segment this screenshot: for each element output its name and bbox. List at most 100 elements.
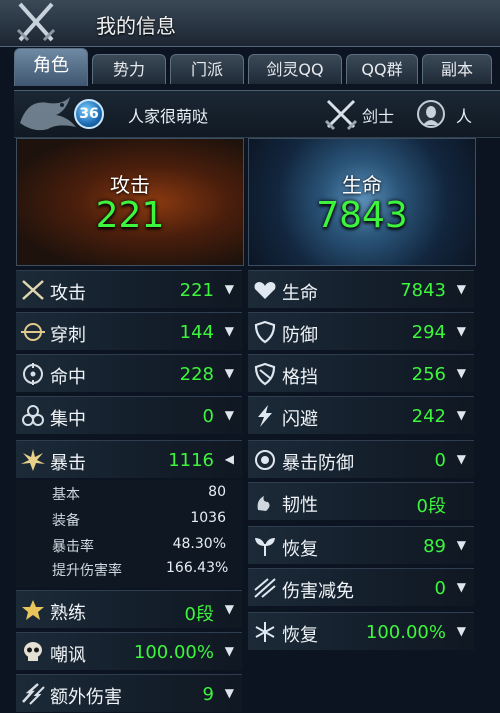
stat-label: 集中 [50, 409, 86, 430]
crossed-swords-emblem-icon [16, 2, 56, 42]
stat-value: 1116 [168, 450, 214, 471]
stat-row-critical[interactable]: 暴击 1116 ◀ [16, 440, 242, 478]
detail-label: 基本 [52, 487, 80, 503]
stat-value: 0 [434, 578, 446, 599]
stat-value: 0段 [416, 496, 446, 517]
collapse-arrow-icon[interactable]: ◀ [225, 452, 234, 466]
dropdown-arrow-icon[interactable]: ▼ [457, 624, 466, 638]
stat-row-damage-reduction[interactable]: 伤害减免 0 ▼ [248, 568, 474, 606]
stat-row-toughness[interactable]: 韧性 0段 [248, 482, 474, 520]
stat-value: 221 [179, 280, 214, 301]
stat-label: 熟练 [50, 603, 86, 624]
stat-row-proficiency[interactable]: 熟练 0段 ▼ [16, 590, 242, 628]
pierce-icon [21, 323, 45, 341]
detail-value: 80 [208, 484, 226, 500]
stat-row-evasion[interactable]: 闪避 242 ▼ [248, 396, 474, 434]
burst-icon [21, 449, 45, 471]
detail-value: 1036 [190, 510, 226, 526]
stat-row-recovery[interactable]: 恢复 89 ▼ [248, 526, 474, 564]
race-portrait-icon [417, 100, 445, 128]
dropdown-arrow-icon[interactable]: ▼ [225, 686, 234, 700]
stat-row-taunt[interactable]: 嘲讽 100.00% ▼ [16, 632, 242, 670]
dropdown-arrow-icon[interactable]: ▼ [225, 282, 234, 296]
stat-row-block[interactable]: 格挡 256 ▼ [248, 354, 474, 392]
shield-icon [254, 320, 276, 344]
tab-bar: 角色 势力 门派 剑灵QQ QQ群 副本 [14, 48, 500, 88]
stat-value: 242 [411, 406, 446, 427]
stat-row-attack[interactable]: 攻击 221 ▼ [16, 270, 242, 308]
stat-label: 嘲讽 [50, 645, 86, 666]
stat-value: 89 [423, 536, 446, 557]
dropdown-arrow-icon[interactable]: ▼ [225, 324, 234, 338]
dropdown-arrow-icon[interactable]: ▼ [457, 580, 466, 594]
stat-row-extra-damage[interactable]: 额外伤害 9 ▼ [16, 674, 242, 712]
lightning-icon [258, 405, 272, 427]
attack-summary-label: 攻击 [110, 173, 150, 197]
crossed-swords-icon [22, 280, 44, 300]
dragon-ornament-icon [20, 97, 76, 131]
stat-label: 恢复 [282, 539, 318, 560]
stat-value: 0 [434, 450, 446, 471]
character-race: 人 [456, 107, 473, 126]
tab-sect[interactable]: 门派 [170, 54, 244, 84]
dropdown-arrow-icon[interactable]: ▼ [225, 644, 234, 658]
stat-value: 144 [179, 322, 214, 343]
hp-summary-panel: 生命 7843 [248, 138, 476, 266]
character-name: 人家很萌哒 [128, 107, 209, 126]
dropdown-arrow-icon[interactable]: ▼ [457, 282, 466, 296]
stat-label: 暴击防御 [282, 453, 354, 474]
heart-icon [254, 282, 276, 299]
detail-value: 48.30% [172, 536, 226, 552]
stat-row-hp[interactable]: 生命 7843 ▼ [248, 270, 474, 308]
dropdown-arrow-icon[interactable]: ▼ [457, 452, 466, 466]
stat-row-pierce[interactable]: 穿刺 144 ▼ [16, 312, 242, 350]
stat-value: 9 [202, 684, 214, 705]
crit-defense-icon [255, 450, 275, 470]
stat-value: 256 [411, 364, 446, 385]
stat-row-recovery-rate[interactable]: 恢复 100.00% ▼ [248, 612, 474, 650]
dropdown-arrow-icon[interactable]: ▼ [225, 408, 234, 422]
snowflake-icon [255, 622, 275, 642]
stat-row-defense[interactable]: 防御 294 ▼ [248, 312, 474, 350]
toughness-icon [257, 496, 270, 511]
block-icon [254, 362, 276, 386]
window-titlebar: 我的信息 [0, 0, 500, 47]
tab-qq-group[interactable]: QQ群 [346, 54, 418, 84]
dropdown-arrow-icon[interactable]: ▼ [225, 602, 234, 616]
tab-faction[interactable]: 势力 [92, 54, 166, 84]
dropdown-arrow-icon[interactable]: ▼ [225, 366, 234, 380]
character-bar: 36 人家很萌哒 剑士 人 [14, 90, 500, 138]
dropdown-arrow-icon[interactable]: ▼ [457, 324, 466, 338]
tab-character[interactable]: 角色 [14, 48, 88, 86]
stat-row-accuracy[interactable]: 命中 228 ▼ [16, 354, 242, 392]
damage-reduction-icon [254, 578, 276, 598]
stat-label: 闪避 [282, 409, 318, 430]
star-icon [22, 600, 44, 620]
attack-summary-panel: 攻击 221 [16, 138, 244, 266]
critical-details: 基本 80 装备 1036 暴击率 48.30% 提升伤害率 166.43% [16, 480, 242, 588]
detail-label: 装备 [52, 513, 80, 529]
character-class: 剑士 [362, 107, 395, 126]
dropdown-arrow-icon[interactable]: ▼ [457, 538, 466, 552]
detail-label: 提升伤害率 [52, 563, 122, 579]
level-badge: 36 [74, 99, 104, 129]
sprout-icon [255, 538, 275, 556]
stat-row-crit-defense[interactable]: 暴击防御 0 ▼ [248, 440, 474, 478]
tab-jianling-qq[interactable]: 剑灵QQ [248, 54, 342, 84]
stat-label: 命中 [50, 367, 86, 388]
focus-icon [22, 405, 44, 426]
dropdown-arrow-icon[interactable]: ▼ [457, 366, 466, 380]
tab-dungeon[interactable]: 副本 [422, 54, 492, 84]
stat-label: 攻击 [50, 283, 86, 304]
stat-label: 伤害减免 [282, 581, 354, 602]
sword-class-icon [324, 99, 358, 131]
stat-label: 恢复 [282, 625, 318, 646]
stat-label: 格挡 [282, 367, 318, 388]
dropdown-arrow-icon[interactable]: ▼ [457, 408, 466, 422]
window-title: 我的信息 [96, 14, 176, 38]
stat-label: 生命 [282, 283, 318, 304]
crosshair-icon [23, 363, 43, 385]
stat-row-focus[interactable]: 集中 0 ▼ [16, 396, 242, 434]
stat-value: 228 [179, 364, 214, 385]
stat-value: 0 [202, 406, 214, 427]
